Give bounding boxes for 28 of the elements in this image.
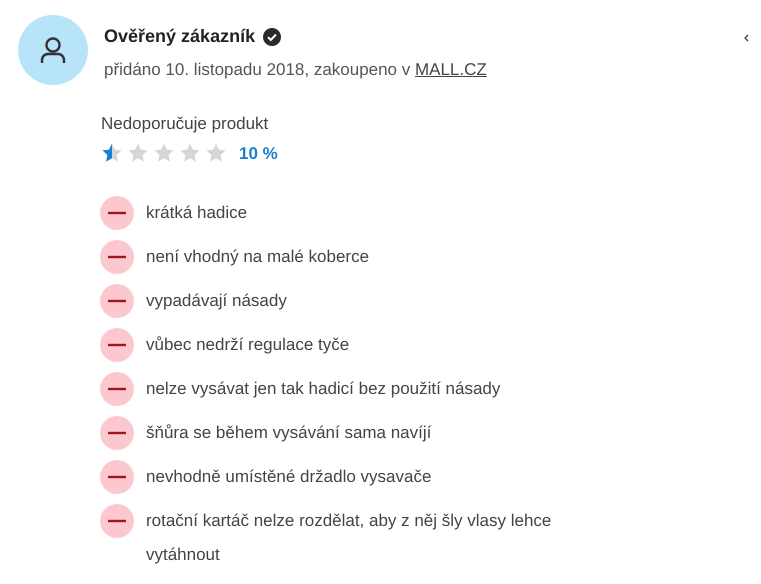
shop-link[interactable]: MALL.CZ <box>414 60 487 79</box>
con-text: rotační kartáč nelze rozdělat, aby z něj šly vlasy lehce vytáhnout <box>146 510 552 566</box>
recommendation-text: Nedoporučuje produkt <box>101 113 270 135</box>
con-text: krátká hadice <box>146 202 248 224</box>
con-text: nelze vysávat jen tak hadicí bez použití násady <box>146 378 500 400</box>
minus-icon <box>100 504 134 538</box>
star-icon <box>127 142 149 164</box>
con-text: vůbec nedrží regulace tyče <box>146 334 350 356</box>
rating-percent: 10 % <box>239 142 278 164</box>
star-icon <box>101 142 123 164</box>
review-meta: přidáno 10. listopadu 2018, zakoupeno v MALL.CZ <box>104 59 487 81</box>
con-text: vypadávají násady <box>146 290 287 312</box>
star-icon <box>179 142 201 164</box>
star-icon <box>153 142 175 164</box>
con-text: není vhodný na malé koberce <box>146 246 370 268</box>
minus-icon <box>100 328 134 362</box>
author-name: Ověřený zákazník <box>104 25 256 48</box>
minus-icon <box>100 284 134 318</box>
user-icon <box>40 36 66 64</box>
minus-icon <box>100 240 134 274</box>
minus-icon <box>100 196 134 230</box>
con-text: šňůra se během vysávání sama navíjí <box>146 422 432 444</box>
chevron-icon[interactable] <box>744 34 749 42</box>
minus-icon <box>100 372 134 406</box>
star-icon <box>205 142 227 164</box>
minus-icon <box>100 460 134 494</box>
minus-icon <box>100 416 134 450</box>
con-text: nevhodně umístěné držadlo vysavače <box>146 466 432 488</box>
